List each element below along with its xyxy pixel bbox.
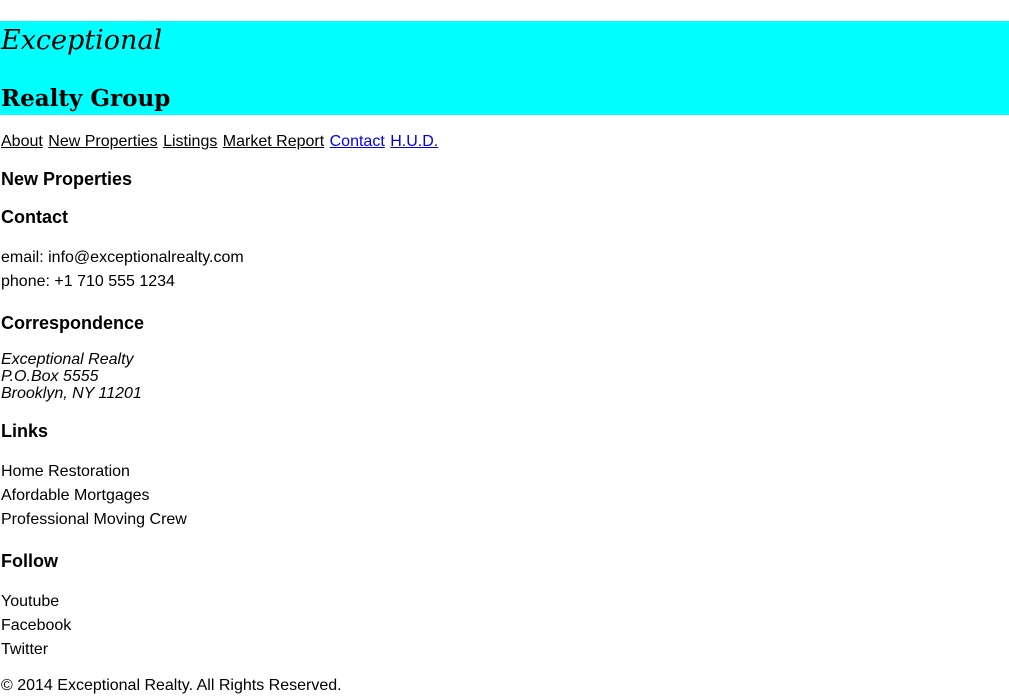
- nav-about[interactable]: About: [1, 133, 43, 150]
- heading-new-properties: New Properties: [1, 169, 133, 189]
- follow-youtube[interactable]: Youtube: [1, 590, 59, 614]
- footer-copyright: © 2014 Exceptional Realty. All Rights Re…: [1, 677, 342, 694]
- nav-market-report[interactable]: Market Report: [223, 133, 324, 150]
- link-professional-moving-crew[interactable]: Professional Moving Crew: [1, 508, 187, 532]
- address-line: Exceptional Realty: [1, 351, 134, 368]
- nav-listings[interactable]: Listings: [163, 133, 217, 150]
- contact-email: email: info@exceptionalrealty.com: [1, 249, 244, 266]
- main-nav: About New Properties Listings Market Rep…: [1, 132, 439, 152]
- site-header: Exceptional Realty Group: [0, 21, 1009, 115]
- mailing-address: Exceptional Realty P.O.Box 5555 Brooklyn…: [1, 351, 142, 402]
- address-line: P.O.Box 5555: [1, 368, 99, 385]
- logo-realty-group: Realty Group: [1, 85, 171, 112]
- contact-phone: phone: +1 710 555 1234: [1, 273, 175, 290]
- link-home-restoration[interactable]: Home Restoration: [1, 460, 130, 484]
- follow-twitter[interactable]: Twitter: [1, 638, 48, 662]
- heading-contact: Contact: [1, 207, 68, 227]
- logo-exceptional: Exceptional: [1, 25, 163, 56]
- nav-hud[interactable]: H.U.D.: [390, 133, 438, 150]
- heading-links: Links: [1, 421, 49, 441]
- nav-new-properties[interactable]: New Properties: [48, 133, 157, 150]
- follow-facebook[interactable]: Facebook: [1, 614, 71, 638]
- heading-follow: Follow: [1, 551, 58, 571]
- heading-correspondence: Correspondence: [1, 313, 145, 333]
- address-line: Brooklyn, NY 11201: [1, 385, 142, 402]
- link-afordable-mortgages[interactable]: Afordable Mortgages: [1, 484, 150, 508]
- nav-contact[interactable]: Contact: [330, 133, 385, 150]
